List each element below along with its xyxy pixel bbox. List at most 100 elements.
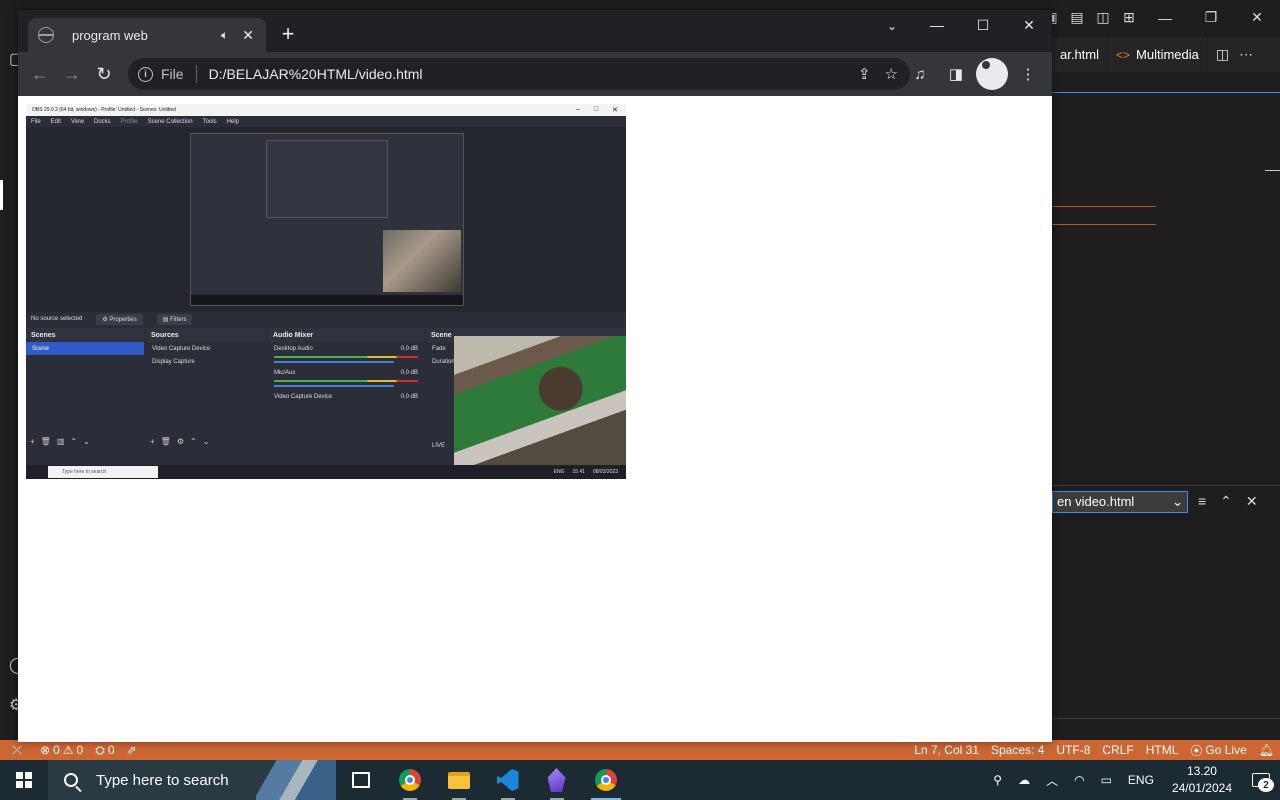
minimize-icon: –	[575, 106, 580, 113]
vscode-close-button[interactable]: ✕	[1234, 0, 1280, 35]
indentation[interactable]: Spaces: 4	[985, 743, 1050, 757]
no-source-label: No source selected	[31, 316, 83, 322]
folder-icon	[447, 771, 470, 789]
split-editor-icon[interactable]: ◫	[1216, 46, 1229, 63]
forward-arrow-icon[interactable]: →	[56, 58, 88, 90]
video-player[interactable]: OBS 29.0.2 (64 bit, windows) - Profile: …	[26, 104, 626, 479]
menu-item: View	[71, 118, 84, 125]
vscode-minimize-button[interactable]: —	[1142, 0, 1188, 35]
menu-item: Docks	[93, 118, 111, 125]
problems-indicator[interactable]: ⊗ 0 ⚠ 0	[34, 743, 89, 757]
encoding[interactable]: UTF-8	[1050, 743, 1096, 757]
back-arrow-icon[interactable]: ←	[24, 58, 56, 90]
reload-icon[interactable]: ↻	[88, 58, 120, 90]
embedded-lang: ENG	[553, 469, 565, 475]
taskbar-obsidian[interactable]	[532, 760, 581, 800]
profile-button[interactable]	[976, 58, 1008, 90]
task-view-button[interactable]	[336, 760, 385, 800]
editor-tab[interactable]: ar.html	[1052, 37, 1109, 72]
action-center-button[interactable]: 2	[1242, 760, 1280, 800]
minimap-marker	[1052, 206, 1156, 207]
tab-search-icon[interactable]: ⌄	[880, 16, 904, 36]
chrome-minimize-button[interactable]: —	[914, 10, 960, 40]
end-of-line[interactable]: CRLF	[1096, 743, 1139, 757]
chrome-close-button[interactable]: ✕	[1006, 10, 1052, 40]
source-item: Video Capture Device	[152, 345, 211, 352]
volume-fader	[274, 385, 394, 387]
system-tray: ⚲ ☁ ︿ ◠ ▭ ENG 13.20 24/01/2024 2	[985, 760, 1280, 800]
menu-item: Scene Collection	[147, 118, 193, 125]
mixer-track: Video Capture Device 0.0 dB	[274, 393, 418, 400]
more-actions-icon[interactable]: ⋯	[1239, 46, 1253, 63]
taskbar-chrome-active[interactable]	[581, 760, 630, 800]
embedded-date: 08/03/2023	[592, 469, 618, 475]
taskbar-vscode[interactable]	[483, 760, 532, 800]
menu-item: File	[31, 118, 41, 125]
live-share-icon[interactable]: ⇗	[121, 743, 143, 757]
taskbar-search-box[interactable]: Type here to search	[48, 760, 336, 800]
panel-header: en video.html ⌄ ≡ ⌃ ✕	[1052, 485, 1280, 517]
task-view-icon	[351, 772, 370, 788]
new-tab-button[interactable]: +	[276, 21, 300, 46]
warning-count: 0	[76, 743, 84, 757]
volume-fader	[274, 361, 394, 363]
chrome-menu-icon[interactable]: ⋮	[1012, 58, 1044, 90]
clear-output-icon[interactable]: ≡	[1198, 493, 1206, 510]
cursor-position[interactable]: Ln 7, Col 31	[908, 743, 985, 757]
ports-indicator[interactable]: ⛭ 0	[89, 743, 120, 758]
maximize-icon: □	[593, 106, 599, 113]
windows-logo-icon	[16, 772, 32, 788]
vscode-icon	[496, 769, 519, 791]
output-channel-select[interactable]: en video.html ⌄	[1052, 490, 1188, 513]
chrome-maximize-button[interactable]: ☐	[960, 10, 1006, 40]
nested-obs-preview	[190, 133, 464, 306]
clock[interactable]: 13.20 24/01/2024	[1162, 763, 1242, 797]
speaker-icon[interactable]: 🔈︎	[221, 28, 228, 43]
remote-icon[interactable]: ⤫	[0, 740, 34, 760]
ports-count: 0	[107, 743, 115, 757]
language-indicator[interactable]: ENG	[1120, 773, 1162, 787]
show-hidden-icons-chevron-icon[interactable]: ︿	[1038, 772, 1066, 789]
scenes-header: Scenes	[26, 328, 144, 342]
editor-tab-multimedia[interactable]: <> Multimedia	[1108, 37, 1208, 72]
browser-tab[interactable]: program web 🔈︎ ✕	[28, 18, 266, 52]
taskbar-file-explorer[interactable]	[434, 760, 483, 800]
go-live-button[interactable]: ⦿ Go Live	[1184, 742, 1252, 759]
close-panel-icon[interactable]: ✕	[1246, 493, 1258, 510]
minimap-marker	[1052, 224, 1156, 225]
vscode-restore-button[interactable]: ❐	[1188, 0, 1234, 35]
url-scheme: File	[161, 66, 184, 82]
bookmark-star-icon[interactable]: ☆	[885, 65, 898, 83]
menu-item: Help	[226, 118, 239, 125]
obs-titlebar: OBS 29.0.2 (64 bit, windows) - Profile: …	[26, 104, 626, 116]
start-button[interactable]	[0, 760, 48, 800]
toggle-secondary-sidebar-icon[interactable]: ◫	[1090, 0, 1116, 35]
maximize-panel-icon[interactable]: ⌃	[1220, 493, 1232, 510]
toggle-panel-icon[interactable]: ▤	[1064, 0, 1090, 35]
info-icon[interactable]: i	[138, 66, 153, 82]
sources-dock: Sources Video Capture Device Display Cap…	[146, 328, 266, 456]
taskbar-chrome-app[interactable]	[385, 760, 434, 800]
windows-taskbar: Type here to search ⚲ ☁ ︿ ◠ ▭ ENG 13.20 …	[0, 760, 1280, 800]
battery-icon[interactable]: ▭	[1093, 773, 1120, 787]
panel-divider	[1052, 718, 1280, 719]
media-control-icon[interactable]: ♫	[904, 58, 936, 90]
customize-layout-icon[interactable]: ⊞	[1116, 0, 1142, 35]
address-bar[interactable]: i File D:/BELAJAR%20HTML/video.html ⇪ ☆	[128, 58, 910, 90]
language-mode[interactable]: HTML	[1140, 743, 1185, 757]
nested-taskbar	[191, 295, 463, 305]
wifi-icon[interactable]: ◠	[1066, 773, 1092, 787]
share-icon[interactable]: ⇪	[858, 65, 871, 83]
filters-button: ▤ Filters	[156, 313, 193, 325]
scene-tools: + 🗑︎ ▥ ⌃ ⌄	[30, 437, 90, 446]
people-icon[interactable]: ⚲	[985, 773, 1010, 787]
radio-tower-icon: ⛭	[95, 742, 105, 757]
side-panel-icon[interactable]: ◨	[940, 58, 972, 90]
tab-close-icon[interactable]: ✕	[242, 27, 254, 44]
webcam-overlay	[454, 336, 626, 468]
weather-cloud-icon[interactable]: ☁	[1010, 773, 1038, 787]
notifications-bell-icon[interactable]: 🔔︎	[1253, 743, 1280, 757]
clock-time: 13.20	[1186, 764, 1217, 778]
properties-button: ⚙ Properties	[96, 313, 143, 325]
url-text[interactable]: D:/BELAJAR%20HTML/video.html	[209, 66, 423, 82]
